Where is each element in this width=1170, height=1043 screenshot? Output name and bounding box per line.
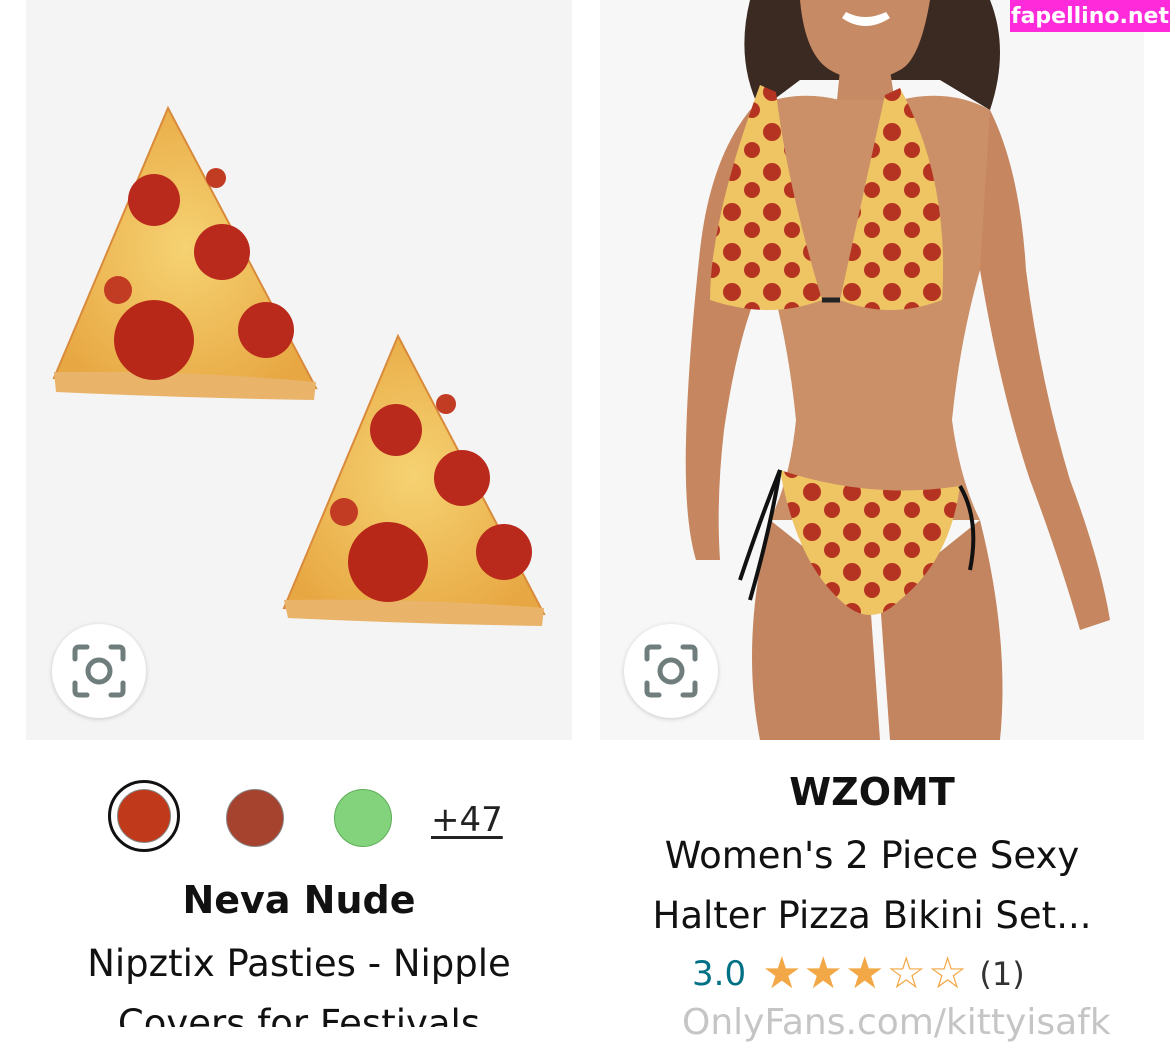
- product-brand: WZOMT: [789, 770, 955, 814]
- swatch-dark-red-selected[interactable]: [108, 780, 180, 852]
- swatch-brown-red[interactable]: [226, 789, 284, 847]
- star-filled-icon: ★: [762, 948, 802, 999]
- pizza-slice-icon: [282, 333, 546, 626]
- more-colors-link[interactable]: +47: [431, 800, 503, 840]
- star-empty-icon: ☆: [927, 948, 968, 999]
- star-filled-icon: ★: [844, 948, 885, 999]
- star-empty-icon: ☆: [886, 948, 926, 999]
- product-title-line: Women's 2 Piece Sexy: [664, 834, 1080, 877]
- product-title-line: Nipztix Pasties - Nipple: [87, 942, 511, 985]
- camera-scan-icon: [644, 644, 698, 698]
- star-filled-icon: ★: [803, 948, 843, 999]
- product-title-link[interactable]: Nipztix Pasties - Nipple Covers for Fest…: [26, 934, 572, 1027]
- pizza-slice-icon: [52, 105, 318, 400]
- product-card-bikini[interactable]: WZOMT Women's 2 Piece Sexy Halter Pizza …: [600, 0, 1144, 1027]
- product-title-line: Covers for Festivals: [117, 1002, 481, 1027]
- camera-scan-icon: [72, 644, 126, 698]
- product-title-line: Halter Pizza Bikini Set...: [652, 894, 1092, 937]
- review-count[interactable]: (1): [979, 955, 1024, 993]
- visual-search-button[interactable]: [52, 624, 146, 718]
- rating-row[interactable]: 3.0 ★ ★ ★ ☆ ☆ (1): [692, 950, 1025, 998]
- watermark-onlyfans: OnlyFans.com/kittyisafk: [682, 1002, 1111, 1043]
- visual-search-button[interactable]: [624, 624, 718, 718]
- swatch-green[interactable]: [334, 789, 392, 847]
- rating-value: 3.0: [692, 954, 747, 994]
- star-rating[interactable]: ★ ★ ★ ☆ ☆: [762, 952, 969, 996]
- watermark-site: fapellino.net: [1010, 0, 1170, 32]
- product-brand: Neva Nude: [182, 878, 416, 922]
- product-title-link[interactable]: Women's 2 Piece Sexy Halter Pizza Bikini…: [600, 826, 1144, 946]
- product-card-pasties[interactable]: +47 Neva Nude Nipztix Pasties - Nipple C…: [26, 0, 572, 1027]
